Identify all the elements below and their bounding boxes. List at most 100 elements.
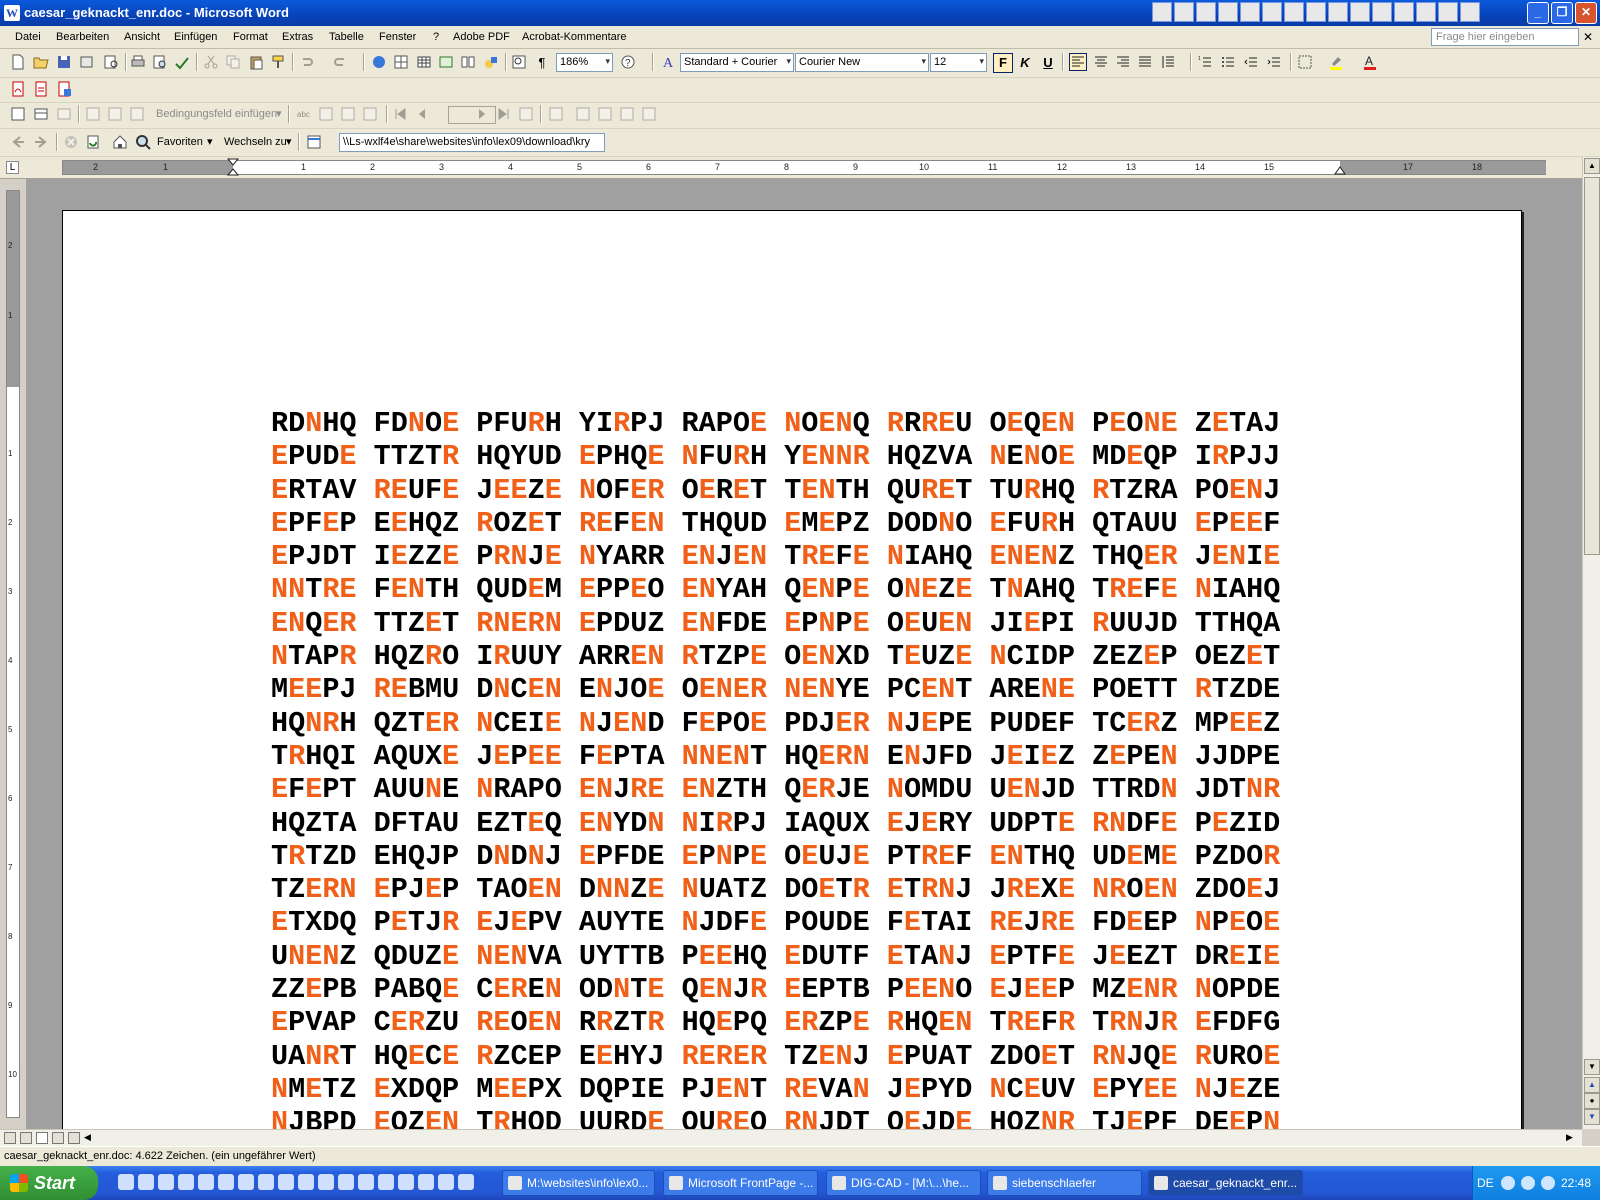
- shortcut-icon[interactable]: [1372, 2, 1392, 22]
- right-indent-marker-icon[interactable]: [1334, 165, 1346, 175]
- spelling-icon[interactable]: [174, 54, 190, 70]
- tables-borders-icon[interactable]: [393, 54, 409, 70]
- permission-icon[interactable]: [79, 54, 95, 70]
- insert-excel-icon[interactable]: [438, 54, 454, 70]
- quick-launch-icon[interactable]: [278, 1174, 294, 1190]
- line-spacing-icon[interactable]: [1160, 54, 1176, 70]
- recipients-icon[interactable]: [56, 106, 72, 122]
- tab-selector[interactable]: L: [6, 161, 19, 174]
- print-preview-icon[interactable]: [103, 54, 119, 70]
- decrease-indent-icon[interactable]: [1243, 54, 1259, 70]
- stop-icon[interactable]: [63, 134, 79, 150]
- indent-marker-icon[interactable]: [227, 158, 239, 176]
- quick-launch-icon[interactable]: [258, 1174, 274, 1190]
- styles-formatting-icon[interactable]: A: [661, 54, 677, 70]
- print-layout-icon[interactable]: [36, 1132, 48, 1144]
- match-fields-icon[interactable]: [340, 106, 356, 122]
- numbering-icon[interactable]: 1: [1197, 54, 1213, 70]
- vertical-ruler[interactable]: 2 1 1 2 3 4 5 6 7 8 9 10: [6, 190, 20, 1118]
- shortcut-icon[interactable]: [1240, 2, 1260, 22]
- menu-help[interactable]: ?: [433, 31, 439, 43]
- check-errors-icon[interactable]: [548, 106, 564, 122]
- increase-indent-icon[interactable]: [1266, 54, 1282, 70]
- quick-launch-icon[interactable]: [238, 1174, 254, 1190]
- copy-icon[interactable]: [225, 54, 241, 70]
- reading-layout-icon[interactable]: [68, 1132, 80, 1144]
- word-app-icon[interactable]: W: [4, 5, 20, 21]
- previous-page-icon[interactable]: ▲: [1584, 1077, 1600, 1093]
- open-data-source-icon[interactable]: [33, 106, 49, 122]
- search-web-icon[interactable]: [135, 134, 151, 150]
- quick-launch-icon[interactable]: [338, 1174, 354, 1190]
- merge-to-document-icon[interactable]: [575, 106, 591, 122]
- first-record-icon[interactable]: [392, 106, 408, 122]
- align-right-icon[interactable]: [1115, 54, 1131, 70]
- drawing-icon[interactable]: [483, 54, 499, 70]
- quick-launch-icon[interactable]: [138, 1174, 154, 1190]
- cut-icon[interactable]: [203, 54, 219, 70]
- quick-launch-icon[interactable]: [218, 1174, 234, 1190]
- highlight-merge-fields-icon[interactable]: [318, 106, 334, 122]
- quick-launch-icon[interactable]: [118, 1174, 134, 1190]
- shortcut-icon[interactable]: [1218, 2, 1238, 22]
- quick-launch-icon[interactable]: [378, 1174, 394, 1190]
- merge-to-email-icon[interactable]: [619, 106, 635, 122]
- style-combo[interactable]: Standard + Courier: [680, 53, 794, 72]
- shortcut-icon[interactable]: [1262, 2, 1282, 22]
- menu-acrobat-kommentare[interactable]: Acrobat-Kommentare: [522, 31, 627, 43]
- bullets-icon[interactable]: [1220, 54, 1236, 70]
- quick-launch-icon[interactable]: [178, 1174, 194, 1190]
- font-color-icon[interactable]: A: [1362, 54, 1378, 70]
- italic-button[interactable]: K: [1015, 53, 1035, 73]
- bold-button[interactable]: F: [993, 53, 1013, 73]
- shortcut-icon[interactable]: [1394, 2, 1414, 22]
- volume-icon[interactable]: [1541, 1176, 1555, 1190]
- show-formatting-icon[interactable]: ¶: [532, 53, 552, 73]
- forward-icon[interactable]: [33, 134, 49, 150]
- task-digcad[interactable]: DIG-CAD - [M:\...\he...: [826, 1170, 981, 1196]
- align-center-icon[interactable]: [1093, 54, 1109, 70]
- menu-einfuegen[interactable]: Einfügen: [174, 31, 217, 43]
- insert-merge-field-icon[interactable]: [129, 106, 145, 122]
- browse-object-icon[interactable]: ●: [1584, 1093, 1600, 1109]
- document-page[interactable]: RDNHQ FDNOE PFURH YIRPJ RAPOE NOENQ RRRE…: [62, 210, 1522, 1129]
- view-merged-data-icon[interactable]: abc: [296, 106, 312, 122]
- shortcut-icon[interactable]: [1460, 2, 1480, 22]
- quick-launch-icon[interactable]: [358, 1174, 374, 1190]
- favorites-dropdown[interactable]: Favoriten: [157, 136, 203, 148]
- insert-table-icon[interactable]: [416, 54, 432, 70]
- language-indicator[interactable]: DE: [1477, 1176, 1494, 1190]
- save-icon[interactable]: [56, 54, 72, 70]
- menu-ansicht[interactable]: Ansicht: [124, 31, 160, 43]
- undo-icon[interactable]: [298, 54, 314, 70]
- open-icon[interactable]: [33, 54, 49, 70]
- main-document-icon[interactable]: [10, 106, 26, 122]
- normal-view-icon[interactable]: [4, 1132, 16, 1144]
- menu-format[interactable]: Format: [233, 31, 268, 43]
- task-frontpage[interactable]: Microsoft FrontPage -...: [663, 1170, 818, 1196]
- quick-launch-icon[interactable]: [438, 1174, 454, 1190]
- pdf-convert-icon[interactable]: [10, 81, 26, 97]
- insert-word-field-dropdown[interactable]: Bedingungsfeld einfügen: [156, 108, 277, 120]
- show-only-web-toolbar-icon[interactable]: [306, 134, 322, 150]
- task-folder[interactable]: siebenschlaefer: [987, 1170, 1142, 1196]
- quick-launch-icon[interactable]: [198, 1174, 214, 1190]
- start-button[interactable]: Start: [0, 1166, 98, 1200]
- insert-address-icon[interactable]: [85, 106, 101, 122]
- scroll-right-icon[interactable]: ▶: [1566, 1132, 1573, 1143]
- minimize-button[interactable]: _: [1527, 2, 1549, 24]
- quick-launch-icon[interactable]: [298, 1174, 314, 1190]
- hyperlink-icon[interactable]: [371, 54, 387, 70]
- document-map-icon[interactable]: [511, 54, 527, 70]
- previous-record-icon[interactable]: [414, 106, 430, 122]
- home-icon[interactable]: [112, 134, 128, 150]
- print-icon[interactable]: [130, 54, 146, 70]
- font-size-combo[interactable]: 12: [930, 53, 987, 72]
- insert-greeting-icon[interactable]: [107, 106, 123, 122]
- quick-launch-icon[interactable]: [458, 1174, 474, 1190]
- task-explorer[interactable]: M:\websites\info\lex0...: [502, 1170, 655, 1196]
- quick-launch-icon[interactable]: [158, 1174, 174, 1190]
- shortcut-icon[interactable]: [1196, 2, 1216, 22]
- shortcut-icon[interactable]: [1284, 2, 1304, 22]
- scroll-up-icon[interactable]: ▲: [1584, 158, 1600, 174]
